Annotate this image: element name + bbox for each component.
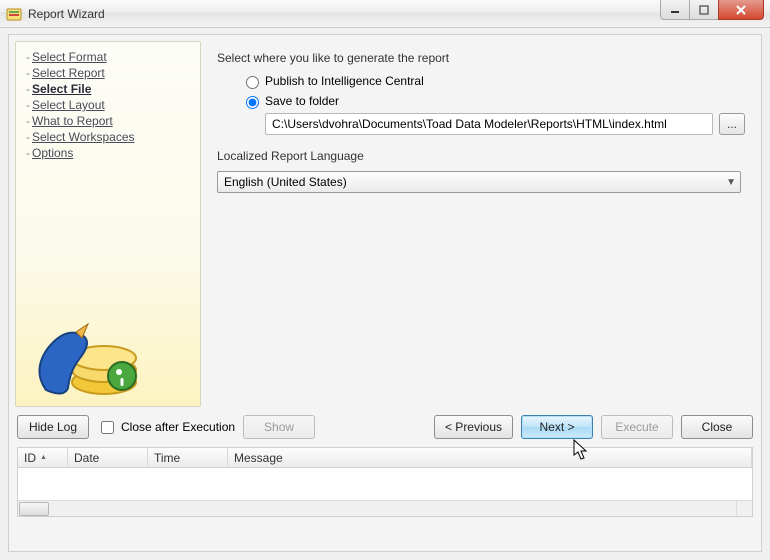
radio-save-row[interactable]: Save to folder [241,93,745,109]
ellipsis-icon: ... [727,117,737,131]
hide-log-button[interactable]: Hide Log [17,415,89,439]
step-select-file[interactable]: -Select File [26,82,200,96]
wizard-illustration [26,312,146,402]
window-title: Report Wizard [28,7,105,21]
show-button: Show [243,415,315,439]
log-col-id[interactable]: ID [18,448,68,467]
app-icon [6,6,22,22]
step-what-to-report[interactable]: -What to Report [26,114,200,128]
publish-radio[interactable] [246,76,259,89]
execute-button: Execute [601,415,673,439]
title-bar: Report Wizard [0,0,770,28]
maximize-button[interactable] [689,0,719,20]
step-select-layout[interactable]: -Select Layout [26,98,200,112]
step-select-format[interactable]: -Select Format [26,50,200,64]
content-panel: Select where you like to generate the re… [207,41,755,407]
next-button[interactable]: Next > [521,415,593,439]
save-path-input[interactable] [265,113,713,135]
browse-button[interactable]: ... [719,113,745,135]
log-header: ID Date Time Message [18,448,752,468]
language-select[interactable]: English (United States) ▼ [217,171,741,193]
radio-publish-row[interactable]: Publish to Intelligence Central [241,73,745,89]
close-after-checkbox-row[interactable]: Close after Execution [97,418,235,437]
save-radio[interactable] [246,96,259,109]
horizontal-scrollbar[interactable] [18,500,736,516]
step-options[interactable]: -Options [26,146,200,160]
publish-radio-label: Publish to Intelligence Central [265,74,424,88]
button-bar: Hide Log Close after Execution Show < Pr… [9,413,761,447]
close-after-label: Close after Execution [121,420,235,434]
log-col-message[interactable]: Message [228,448,752,467]
step-select-workspaces[interactable]: -Select Workspaces [26,130,200,144]
minimize-button[interactable] [660,0,690,20]
log-panel: ID Date Time Message [17,447,753,517]
step-select-report[interactable]: -Select Report [26,66,200,80]
previous-button[interactable]: < Previous [434,415,513,439]
scroll-thumb[interactable] [19,502,49,516]
client-area: -Select Format -Select Report -Select Fi… [8,34,762,552]
log-col-time[interactable]: Time [148,448,228,467]
close-window-button[interactable] [718,0,764,20]
scroll-corner [736,500,752,516]
save-radio-label: Save to folder [265,94,339,108]
close-after-checkbox[interactable] [101,421,114,434]
language-label: Localized Report Language [217,149,745,163]
close-button[interactable]: Close [681,415,753,439]
log-col-date[interactable]: Date [68,448,148,467]
prompt-label: Select where you like to generate the re… [217,51,745,65]
wizard-steps-sidebar: -Select Format -Select Report -Select Fi… [15,41,201,407]
language-value: English (United States) [224,175,347,189]
chevron-down-icon: ▼ [726,177,736,188]
